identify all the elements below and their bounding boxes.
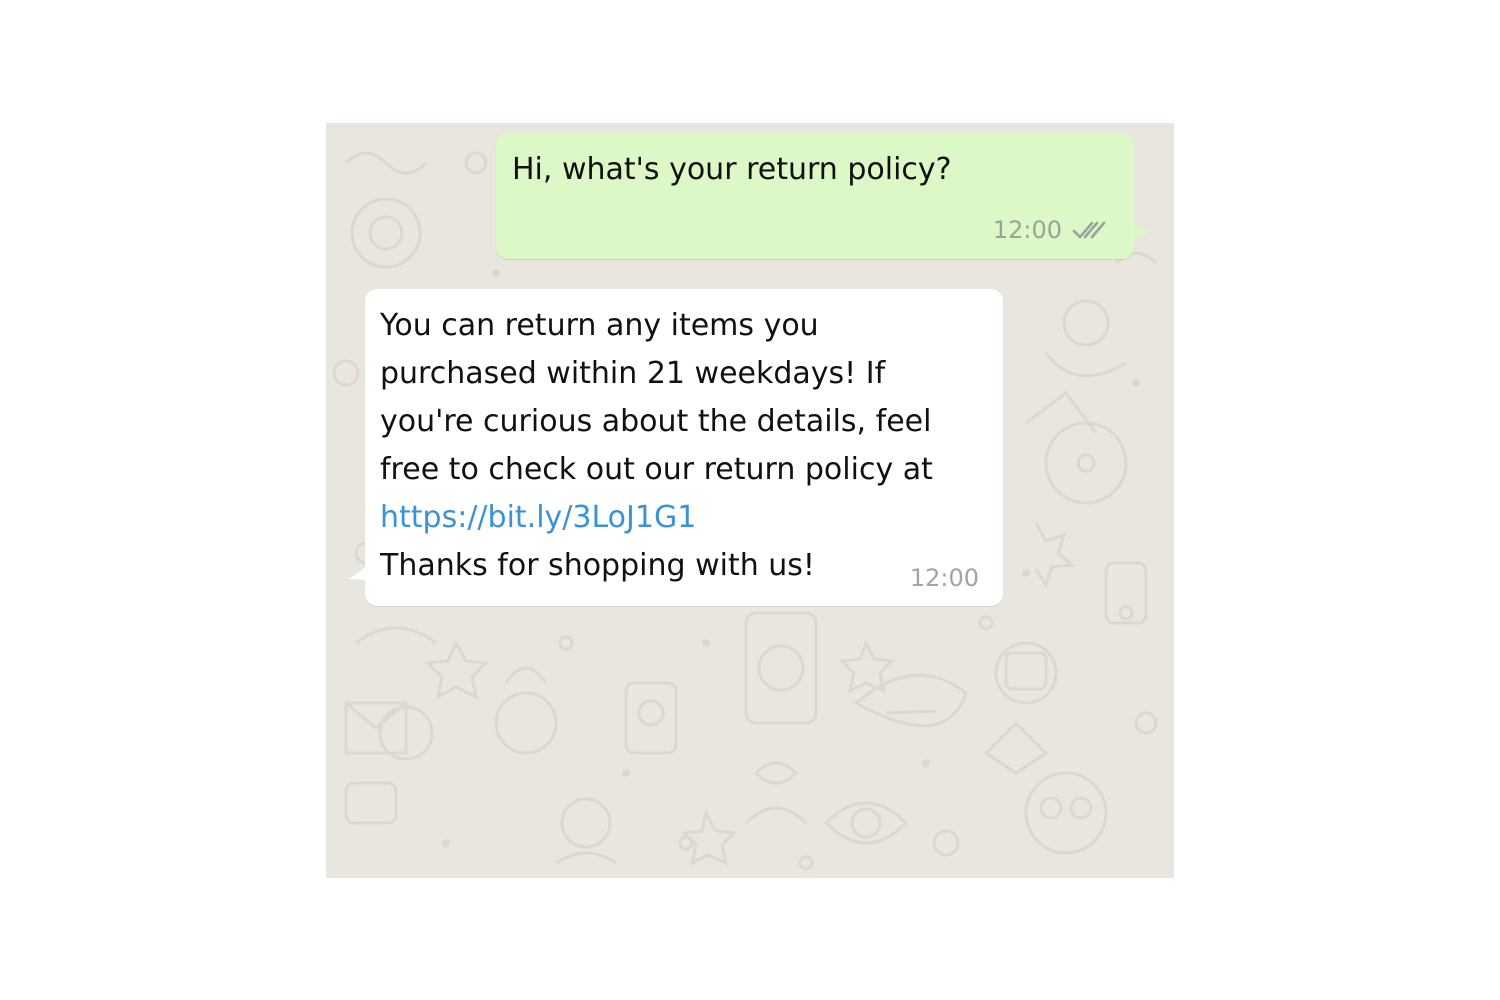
incoming-message-bubble[interactable]: You can return any items you purchased w… [365, 289, 1003, 606]
incoming-message-text: You can return any items you purchased w… [380, 302, 980, 590]
outgoing-message-bubble[interactable]: Hi, what's your return policy? 12:00 [496, 133, 1134, 259]
incoming-message-closing: Thanks for shopping with us! [380, 548, 815, 583]
outgoing-message-text: Hi, what's your return policy? [512, 152, 952, 187]
chat-panel: Hi, what's your return policy? 12:00 You… [326, 123, 1174, 878]
outgoing-message-time: 12:00 [992, 216, 1062, 244]
return-policy-link[interactable]: https://bit.ly/3LoJ1G1 [380, 500, 696, 535]
outgoing-message-meta: 12:00 [993, 216, 1106, 244]
incoming-message-time: 12:00 [909, 564, 979, 592]
incoming-message-meta: 12:00 [910, 564, 979, 592]
double-check-icon [1072, 221, 1106, 239]
incoming-message-body: You can return any items you purchased w… [380, 308, 933, 487]
